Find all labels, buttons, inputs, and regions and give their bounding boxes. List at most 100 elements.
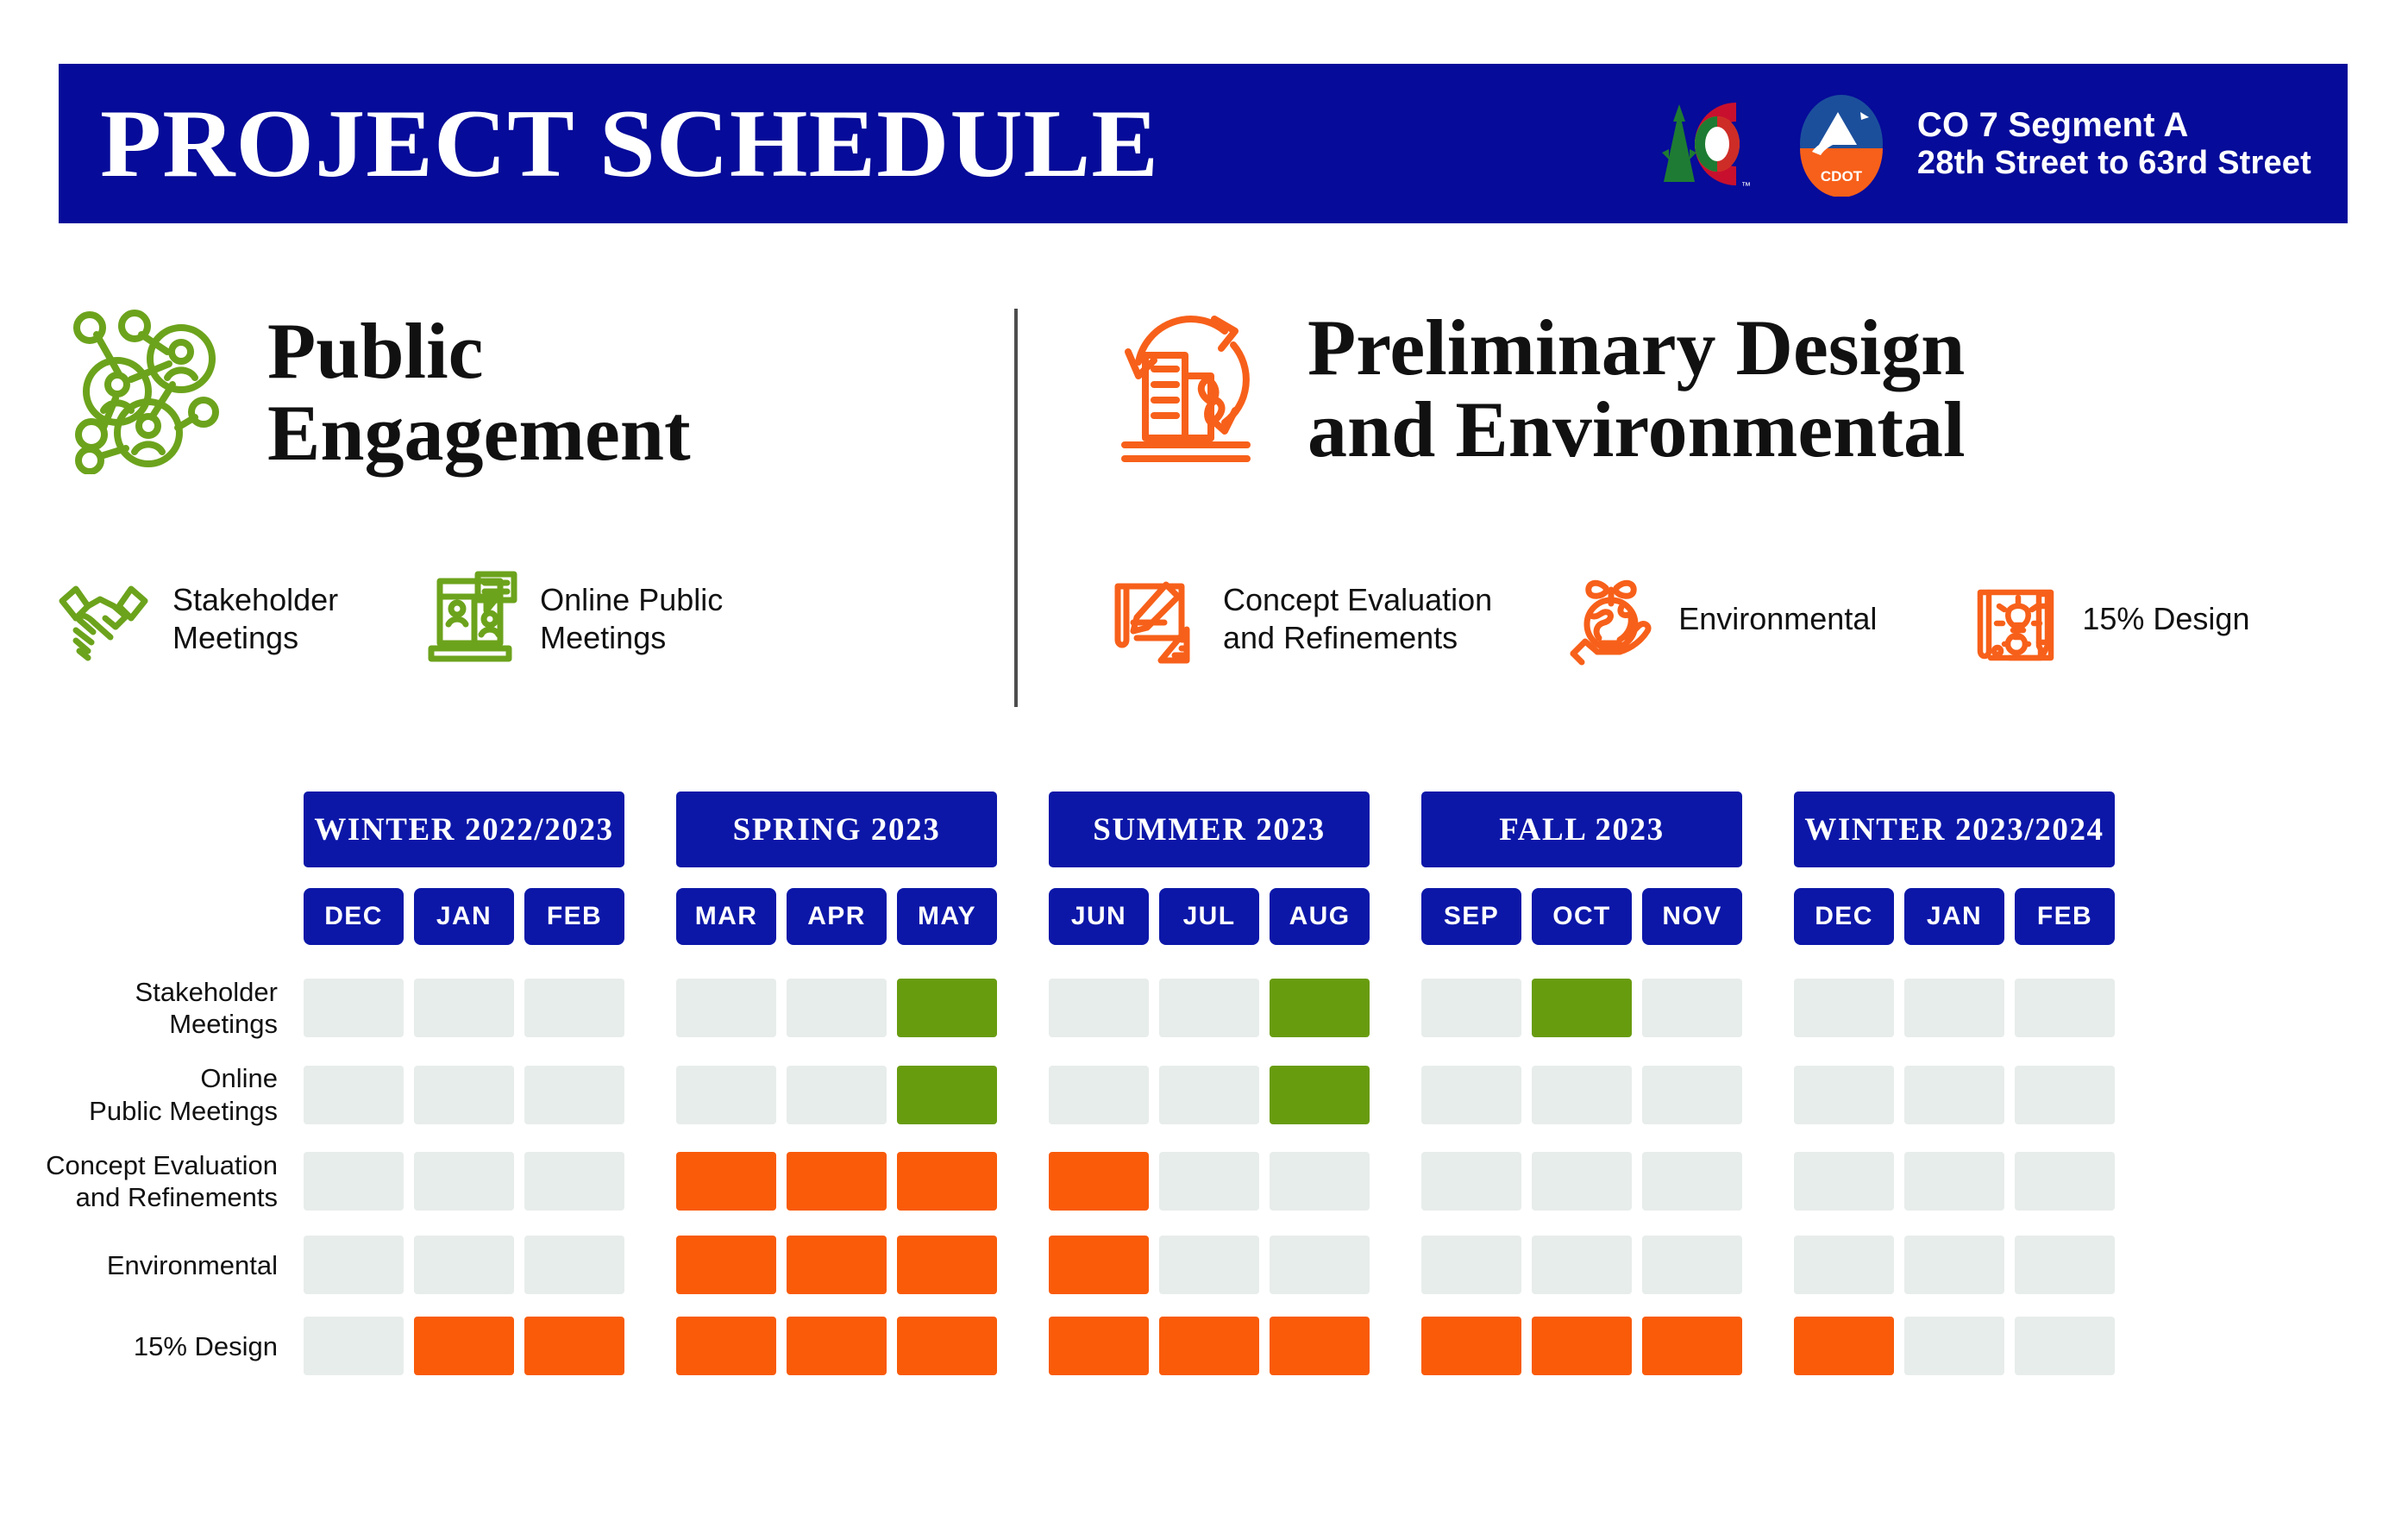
month-header-chip: MAY (897, 888, 997, 945)
month-header-chip: DEC (1794, 888, 1894, 945)
schedule-cell-empty (1642, 1065, 1742, 1124)
public-engagement-legend: Stakeholder Meetings Online Public Meeti… (53, 571, 1011, 667)
cell-gap (1380, 1066, 1411, 1124)
category-public-engagement: Public Engagement (52, 302, 992, 474)
schedule-cell-filled (1049, 1317, 1149, 1376)
schedule-cell-empty (1421, 979, 1521, 1038)
month-header-chip: JUN (1049, 888, 1149, 945)
season-gap (1753, 792, 1784, 867)
schedule-cell-filled (414, 1317, 514, 1376)
category-heading: Public Engagement (52, 302, 992, 474)
category-title: Preliminary Design and Environmental (1307, 303, 1966, 473)
video-meeting-icon (424, 571, 521, 667)
legend-item-environmental: Environmental (1563, 571, 1877, 667)
schedule-row: Environmental (0, 1236, 2408, 1295)
schedule-grid: Stakeholder Meetings Online Public Meetin… (0, 976, 2408, 1376)
schedule-cell-empty (1794, 1151, 1894, 1211)
cell-gap (635, 1066, 666, 1124)
schedule-cell-empty (414, 1151, 514, 1211)
schedule-cell-filled (1270, 979, 1370, 1038)
schedule-cell-filled (676, 1317, 776, 1376)
schedule-cell-filled (897, 979, 997, 1038)
schedule-cell-empty (304, 1317, 404, 1376)
schedule-row-label: 15% Design (133, 1330, 278, 1361)
schedule-cell-empty (1421, 1236, 1521, 1295)
schedule-cell-filled (787, 1317, 887, 1376)
schedule-cell-empty (1642, 1236, 1742, 1295)
month-header-chip: AUG (1270, 888, 1370, 945)
schedule-cell-empty (524, 1065, 624, 1124)
schedule-cell-filled (1049, 1236, 1149, 1295)
month-header-chip: APR (787, 888, 887, 945)
schedule-cell-filled (897, 1317, 997, 1376)
schedule-cell-empty (1532, 1236, 1632, 1295)
schedule-cell-empty (1794, 1065, 1894, 1124)
cell-gap (1753, 1152, 1784, 1211)
month-header-chip: DEC (304, 888, 404, 945)
schedule-cell-filled (1794, 1317, 1894, 1376)
month-header-chip: MAR (676, 888, 776, 945)
schedule-cell-empty (1159, 1236, 1259, 1295)
schedule-cell-empty (787, 1065, 887, 1124)
legend-item-stakeholder-meetings: Stakeholder Meetings (53, 572, 338, 666)
cell-gap (1380, 1317, 1411, 1375)
month-track: DEC JAN FEB MAR APR MAY JUN JUL AUG SEP OCT NOV DEC J… (304, 888, 2408, 945)
cell-gap (635, 1317, 666, 1375)
schedule-cell-empty (1159, 1151, 1259, 1211)
schedule-row: Concept Evaluation and Refinements (0, 1149, 2408, 1213)
schedule-cell-empty (1421, 1151, 1521, 1211)
blueprint-pencil-icon (1107, 571, 1204, 667)
project-name: CO 7 Segment A (1916, 105, 2189, 144)
schedule-cell-empty (1904, 1151, 2004, 1211)
lightbulb-gear-pencil-icon (1972, 572, 2063, 666)
legend-label: 15% Design (2082, 601, 2250, 637)
season-header-chip: FALL 2023 (1421, 792, 1742, 867)
schedule-cell-empty (787, 979, 887, 1038)
schedule-row: 15% Design (0, 1317, 2408, 1376)
schedule-cell-filled (1049, 1151, 1149, 1211)
cell-gap (635, 1236, 666, 1294)
schedule-row-track (304, 1151, 2408, 1211)
network-people-icon (52, 302, 224, 474)
schedule-cell-empty (1642, 1151, 1742, 1211)
season-gap (635, 792, 666, 867)
month-gap (635, 888, 666, 945)
schedule-cell-empty (414, 1065, 514, 1124)
cdot-logo: CDOT (1799, 94, 1883, 197)
season-header-chip: WINTER 2022/2023 (304, 792, 624, 867)
schedule-cell-empty (304, 1151, 404, 1211)
month-header-chip: JAN (1904, 888, 2004, 945)
month-header-chip: SEP (1421, 888, 1521, 945)
month-header-chip: FEB (524, 888, 624, 945)
legend-item-15-percent-design: 15% Design (1972, 572, 2249, 666)
schedule-cell-empty (676, 979, 776, 1038)
legend-label: Concept Evaluation and Refinements (1223, 582, 1493, 655)
section-divider (1014, 309, 1018, 707)
schedule-cell-empty (524, 1151, 624, 1211)
cell-gap (1380, 1152, 1411, 1211)
cell-gap (1007, 1236, 1038, 1294)
month-gap (1753, 888, 1784, 945)
schedule-cell-empty (1904, 979, 2004, 1038)
svg-text:™: ™ (1741, 181, 1751, 191)
cell-gap (1007, 1317, 1038, 1375)
preliminary-design-legend: Concept Evaluation and Refinements Envir… (1107, 571, 2384, 667)
month-header-row: DEC JAN FEB MAR APR MAY JUN JUL AUG SEP OCT NOV DEC J… (0, 888, 2408, 945)
schedule-row-track (304, 1236, 2408, 1295)
schedule-cell-empty (1049, 979, 1149, 1038)
schedule-cell-empty (1159, 1065, 1259, 1124)
schedule-cell-filled (524, 1317, 624, 1376)
season-header-chip: WINTER 2023/2024 (1794, 792, 2115, 867)
schedule-row-label: Concept Evaluation and Refinements (46, 1149, 278, 1212)
schedule-row-track (304, 1317, 2408, 1376)
schedule-row-label: Online Public Meetings (89, 1063, 278, 1126)
schedule-cell-filled (1642, 1317, 1742, 1376)
schedule-row-label: Stakeholder Meetings (135, 977, 278, 1040)
cell-gap (635, 979, 666, 1037)
cell-gap (1007, 1066, 1038, 1124)
legend-label: Stakeholder Meetings (172, 582, 339, 655)
svg-text:CDOT: CDOT (1821, 168, 1863, 185)
schedule-cell-empty (1794, 979, 1894, 1038)
schedule-cell-empty (2015, 1236, 2115, 1295)
cell-gap (1753, 1317, 1784, 1375)
